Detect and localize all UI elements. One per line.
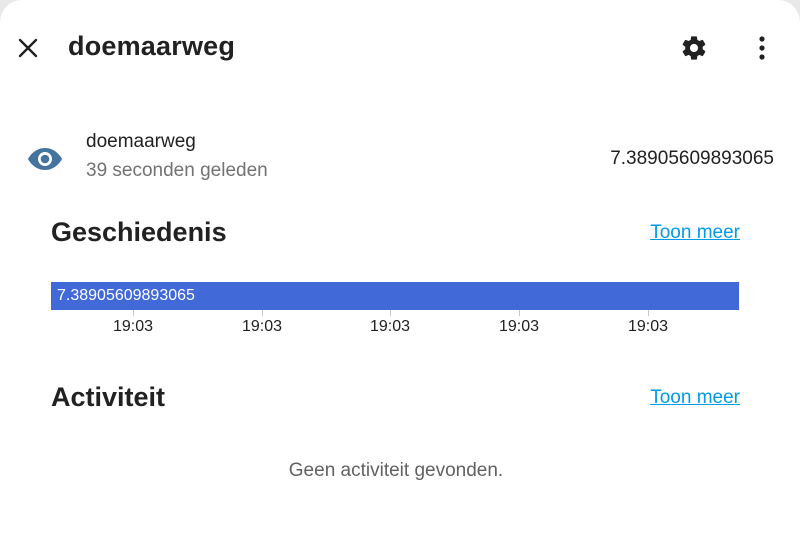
more-vertical-icon bbox=[759, 36, 765, 60]
entity-row[interactable]: doemaarweg 39 seconden geleden 7.3890560… bbox=[0, 126, 800, 196]
axis-tick-label: 19:03 bbox=[241, 318, 283, 335]
axis-tick bbox=[133, 310, 134, 316]
gear-icon bbox=[682, 36, 706, 60]
axis-tick bbox=[390, 310, 391, 316]
axis-tick bbox=[519, 310, 520, 316]
activity-show-more-link[interactable]: Toon meer bbox=[650, 387, 740, 409]
entity-name: doemaarweg bbox=[86, 131, 196, 152]
dialog-header: doemaarweg bbox=[0, 0, 800, 96]
axis-tick-label: 19:03 bbox=[112, 318, 154, 335]
close-icon bbox=[18, 38, 38, 58]
history-show-more-link[interactable]: Toon meer bbox=[650, 222, 740, 244]
more-options-button[interactable] bbox=[744, 28, 780, 68]
more-info-dialog: doemaarweg doemaarweg 39 seconden gelede… bbox=[0, 0, 800, 556]
axis-tick bbox=[648, 310, 649, 316]
axis-tick-label: 19:03 bbox=[627, 318, 669, 335]
close-button[interactable] bbox=[10, 30, 46, 66]
settings-button[interactable] bbox=[674, 28, 714, 68]
axis-tick-label: 19:03 bbox=[498, 318, 540, 335]
activity-title: Activiteit bbox=[51, 382, 166, 412]
eye-icon bbox=[28, 148, 62, 170]
entity-state: 7.38905609893065 bbox=[610, 148, 774, 169]
axis-tick bbox=[262, 310, 263, 316]
activity-empty-message: Geen activiteit gevonden. bbox=[288, 460, 504, 481]
dialog-title: doemaarweg bbox=[68, 31, 236, 61]
entity-last-changed: 39 seconden geleden bbox=[86, 160, 268, 181]
axis-tick-label: 19:03 bbox=[369, 318, 411, 335]
history-title: Geschiedenis bbox=[51, 217, 227, 247]
history-timeline-bar[interactable]: 7.38905609893065 bbox=[51, 282, 739, 310]
history-time-axis: 19:03 19:03 19:03 19:03 19:03 bbox=[51, 310, 739, 340]
